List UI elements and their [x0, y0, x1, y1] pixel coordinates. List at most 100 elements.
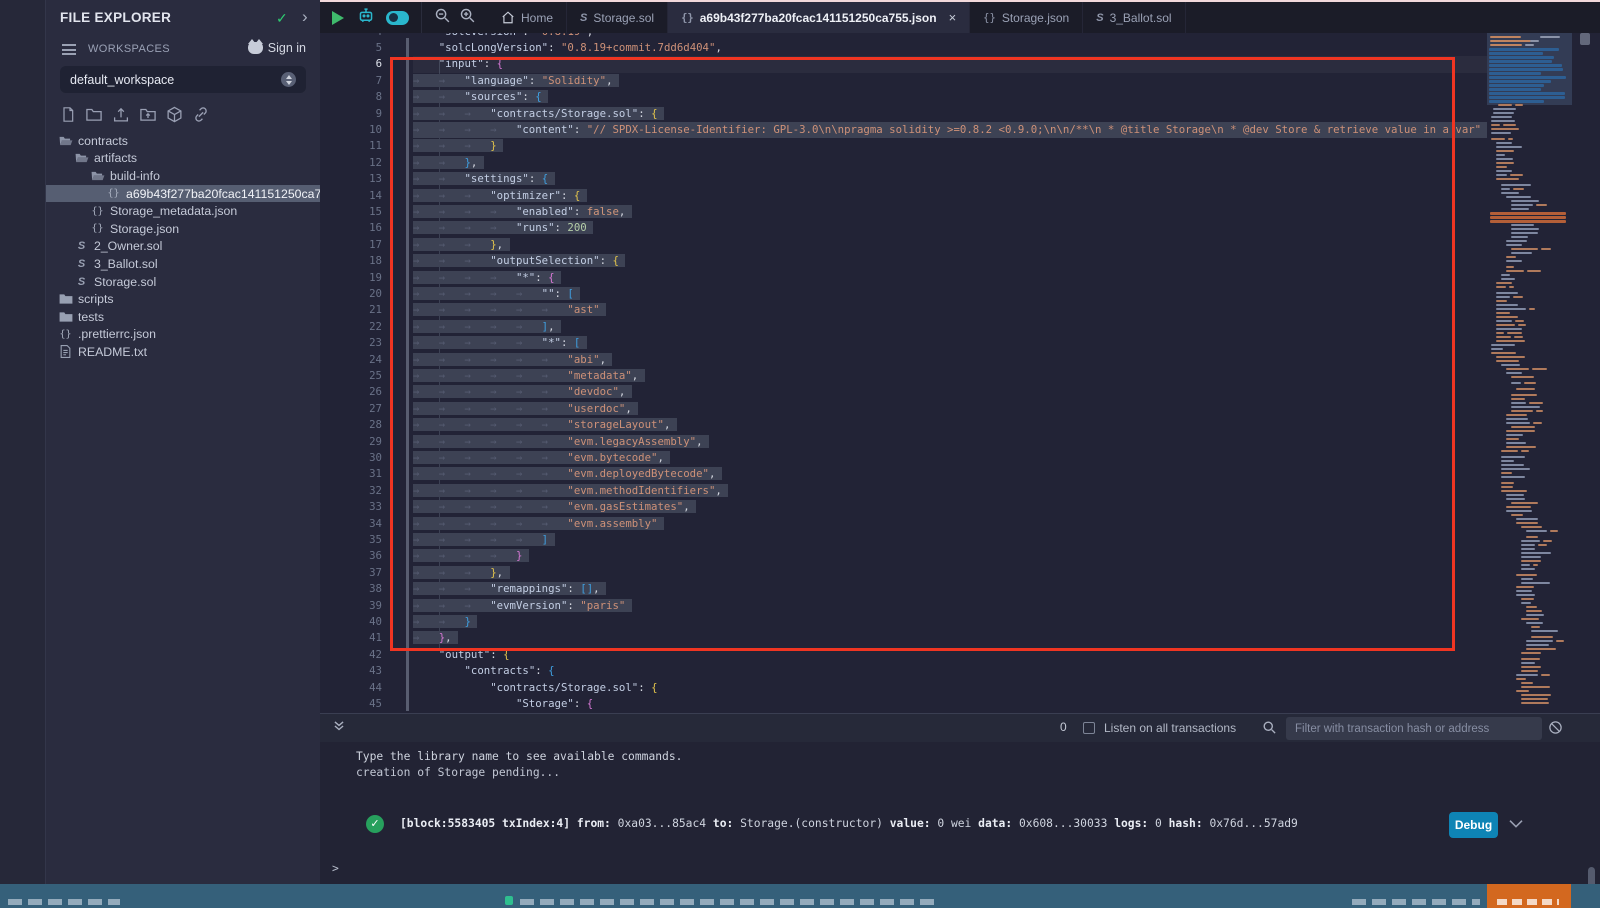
- terminal-search-icon[interactable]: [1262, 720, 1277, 740]
- clear-console-icon[interactable]: [1548, 720, 1563, 740]
- code-line-18[interactable]: →→→"outputSelection": {: [413, 253, 1487, 269]
- code-line-13[interactable]: →→"settings": {: [413, 171, 1487, 187]
- code-line-5[interactable]: "solcLongVersion": "0.8.19+commit.7dd6d4…: [413, 40, 1487, 56]
- code-line-8[interactable]: →→"sources": {: [413, 89, 1487, 105]
- code-line-11[interactable]: →→→}: [413, 138, 1487, 154]
- tree-item--prettierrc-json[interactable]: {}.prettierrc.json: [46, 326, 320, 344]
- minimap-line: [1521, 652, 1541, 654]
- minimap[interactable]: [1487, 33, 1572, 713]
- copilot-toggle[interactable]: [386, 11, 409, 25]
- code-line-38[interactable]: →→→"remappings": [],: [413, 581, 1487, 597]
- code-line-23[interactable]: →→→→→"*": [: [413, 335, 1487, 351]
- code-line-32[interactable]: →→→→→→"evm.methodIdentifiers",: [413, 483, 1487, 499]
- debug-button[interactable]: Debug: [1449, 812, 1498, 838]
- minimap-line: [1526, 644, 1549, 646]
- tree-item-a69b43f277ba20fcac141151250ca7-[interactable]: {}a69b43f277ba20fcac141151250ca7...: [46, 185, 320, 203]
- code-line-45[interactable]: "Storage": {: [413, 696, 1487, 712]
- tab-a69b43f277ba20fcac141151250ca755-json[interactable]: {}a69b43f277ba20fcac141151250ca755.json×: [668, 2, 970, 33]
- code-line-33[interactable]: →→→→→→"evm.gasEstimates",: [413, 499, 1487, 515]
- tree-item-build-info[interactable]: build-info: [46, 167, 320, 185]
- code-line-31[interactable]: →→→→→→"evm.deployedBytecode",: [413, 466, 1487, 482]
- ipfs-cube-icon[interactable]: [166, 106, 183, 123]
- code-line-37[interactable]: →→→},: [413, 565, 1487, 581]
- close-tab-icon[interactable]: ×: [949, 10, 957, 25]
- code-line-44[interactable]: "contracts/Storage.sol": {: [413, 680, 1487, 696]
- zoom-out-icon[interactable]: [434, 7, 451, 29]
- code-line-34[interactable]: →→→→→→"evm.assembly": [413, 516, 1487, 532]
- code-line-25[interactable]: →→→→→→"metadata",: [413, 368, 1487, 384]
- link-icon[interactable]: [192, 106, 210, 123]
- code-line-26[interactable]: →→→→→→"devdoc",: [413, 384, 1487, 400]
- tree-item-3-ballot-sol[interactable]: S3_Ballot.sol: [46, 255, 320, 273]
- new-file-icon[interactable]: [60, 106, 76, 123]
- code-line-20[interactable]: →→→→→"": [: [413, 286, 1487, 302]
- code-line-40[interactable]: →→}: [413, 614, 1487, 630]
- ai-copilot-robot-icon[interactable]: [356, 6, 376, 30]
- tree-item-tests[interactable]: tests: [46, 308, 320, 326]
- code-line-17[interactable]: →→→},: [413, 237, 1487, 253]
- tab-storage-json[interactable]: {}Storage.json: [970, 2, 1083, 33]
- tree-item-2-owner-sol[interactable]: S2_Owner.sol: [46, 238, 320, 256]
- code-line-10[interactable]: →→→→"content": "// SPDX-License-Identifi…: [413, 122, 1487, 138]
- workspace-select[interactable]: default_workspace: [60, 66, 306, 93]
- code-line-27[interactable]: →→→→→→"userdoc",: [413, 401, 1487, 417]
- code-line-30[interactable]: →→→→→→"evm.bytecode",: [413, 450, 1487, 466]
- code-line-36[interactable]: →→→→}: [413, 548, 1487, 564]
- upload-folder-icon[interactable]: [139, 106, 157, 123]
- code-line-24[interactable]: →→→→→→"abi",: [413, 352, 1487, 368]
- tree-item-readme-txt[interactable]: README.txt: [46, 343, 320, 361]
- tab-3-ballot-sol[interactable]: S3_Ballot.sol: [1083, 2, 1185, 33]
- code-line-15[interactable]: →→→→"enabled": false,: [413, 204, 1487, 220]
- code-line-19[interactable]: →→→→"*": {: [413, 270, 1487, 286]
- tree-item-storage-metadata-json[interactable]: {}Storage_metadata.json: [46, 202, 320, 220]
- minimap-line: [1491, 352, 1516, 354]
- code-line-28[interactable]: →→→→→→"storageLayout",: [413, 417, 1487, 433]
- run-script-icon[interactable]: [332, 11, 344, 25]
- transaction-row[interactable]: ✓ [block:5583405 txIndex:4] from: 0xa03.…: [320, 808, 1600, 840]
- code-line-42[interactable]: "output": {: [413, 647, 1487, 663]
- editor-scrollbar[interactable]: [1578, 33, 1592, 713]
- panel-chevron-icon[interactable]: ›: [302, 7, 308, 27]
- code-line-35[interactable]: →→→→→]: [413, 532, 1487, 548]
- tab-home[interactable]: Home: [488, 2, 567, 33]
- terminal-body[interactable]: Type the library name to see available c…: [320, 742, 1600, 885]
- tab-storage-sol[interactable]: SStorage.sol: [567, 2, 668, 33]
- code-line-12[interactable]: →→},: [413, 155, 1487, 171]
- tree-item-artifacts[interactable]: artifacts: [46, 150, 320, 168]
- zoom-in-icon[interactable]: [459, 7, 476, 29]
- upload-file-icon[interactable]: [112, 106, 130, 123]
- transaction-filter-input[interactable]: Filter with transaction hash or address: [1286, 717, 1542, 740]
- minimap-line: [1527, 270, 1541, 272]
- code-line-41[interactable]: →},: [413, 630, 1487, 646]
- code-line-39[interactable]: →→→"evmVersion": "paris": [413, 598, 1487, 614]
- status-orange-badge[interactable]: [1487, 884, 1571, 908]
- code-line-16[interactable]: →→→→"runs": 200: [413, 220, 1487, 236]
- terminal-collapse-icon[interactable]: [332, 719, 346, 738]
- status-bar: [0, 884, 1600, 908]
- editor-scrollbar-thumb[interactable]: [1580, 33, 1590, 45]
- listen-label[interactable]: Listen on all transactions: [1104, 721, 1236, 735]
- minimap-line: [1506, 240, 1527, 242]
- code-line-6[interactable]: "input": {: [413, 56, 1487, 72]
- tree-item-scripts[interactable]: scripts: [46, 290, 320, 308]
- minimap-line: [1511, 514, 1523, 516]
- code-line-9[interactable]: →→→"contracts/Storage.sol": {: [413, 106, 1487, 122]
- code-line-29[interactable]: →→→→→→"evm.legacyAssembly",: [413, 434, 1487, 450]
- tree-item-storage-sol[interactable]: SStorage.sol: [46, 273, 320, 291]
- code-line-21[interactable]: →→→→→→"ast": [413, 302, 1487, 318]
- tree-item-contracts[interactable]: contracts: [46, 132, 320, 150]
- workspace-menu-icon[interactable]: [62, 44, 76, 55]
- listen-checkbox[interactable]: [1083, 722, 1095, 734]
- code-line-4[interactable]: "solcVersion": "0.8.19",: [413, 33, 1487, 40]
- tree-item-storage-json[interactable]: {}Storage.json: [46, 220, 320, 238]
- code-editor[interactable]: 4567891011121314151617181920212223242526…: [320, 33, 1600, 713]
- code-line-14[interactable]: →→→"optimizer": {: [413, 188, 1487, 204]
- code-line-22[interactable]: →→→→→],: [413, 319, 1487, 335]
- terminal-prompt[interactable]: >: [332, 862, 339, 875]
- sign-in-button[interactable]: Sign in: [248, 41, 306, 55]
- new-folder-icon[interactable]: [85, 106, 103, 123]
- code-line-7[interactable]: →→"language": "Solidity",: [413, 73, 1487, 89]
- code-line-43[interactable]: "contracts": {: [413, 663, 1487, 679]
- minimap-line: [1521, 666, 1541, 668]
- tx-expand-chevron-icon[interactable]: [1508, 818, 1524, 833]
